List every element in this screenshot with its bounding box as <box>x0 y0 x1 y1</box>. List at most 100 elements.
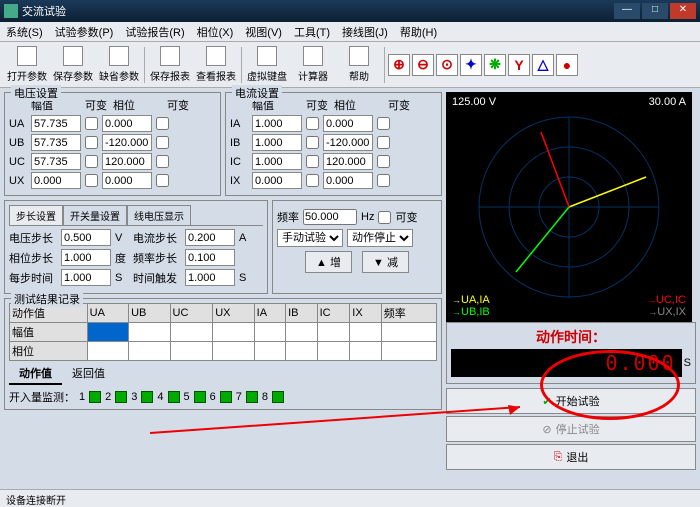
ic-amp-var[interactable] <box>306 155 319 168</box>
ub-phase-var[interactable] <box>156 136 169 149</box>
open-params-button[interactable]: 打开参数 <box>4 44 50 86</box>
increase-button[interactable]: ▲ 增 <box>305 251 352 273</box>
check-icon: ✔ <box>542 395 551 408</box>
ib-amp-var[interactable] <box>306 136 319 149</box>
ix-phase-input[interactable] <box>323 172 373 189</box>
ib-label: IB <box>230 137 248 149</box>
menu-phase[interactable]: 相位(X) <box>197 24 234 40</box>
toolbar: 打开参数 保存参数 缺省参数 保存报表 查看报表 虚拟键盘 计算器 帮助 ⊕ ⊖… <box>0 42 700 88</box>
tab-action-value[interactable]: 动作值 <box>9 363 62 385</box>
io-5 <box>194 391 206 403</box>
stop-test-button[interactable]: ⊘停止试验 <box>446 416 696 442</box>
folder-open-icon <box>17 46 37 66</box>
fstep-input[interactable] <box>185 249 235 266</box>
ub-phase-input[interactable] <box>102 134 152 151</box>
menu-system[interactable]: 系统(S) <box>6 24 43 40</box>
io-8 <box>272 391 284 403</box>
menu-help[interactable]: 帮助(H) <box>400 24 437 40</box>
io-3 <box>141 391 153 403</box>
istep-input[interactable] <box>185 229 235 246</box>
uc-amp-input[interactable] <box>31 153 81 170</box>
ix-label: IX <box>230 175 248 187</box>
ix-phase-var[interactable] <box>377 174 390 187</box>
ux-phase-var[interactable] <box>156 174 169 187</box>
menu-params[interactable]: 试验参数(P) <box>55 24 114 40</box>
close-button[interactable]: ✕ <box>670 3 696 19</box>
ic-amp-input[interactable] <box>252 153 302 170</box>
ib-amp-input[interactable] <box>252 134 302 151</box>
ua-phase-var[interactable] <box>156 117 169 130</box>
result-group: 测试结果记录 动作值UAUBUCUXIAIBICIX频率 幅值 相位 动作值 返… <box>4 298 442 410</box>
tab-step[interactable]: 步长设置 <box>9 205 63 225</box>
compass-icon[interactable]: ❋ <box>484 54 506 76</box>
calculator-icon <box>303 46 323 66</box>
mode-select[interactable]: 手动试验 <box>277 229 343 247</box>
record-icon[interactable]: ● <box>556 54 578 76</box>
ub-amp-input[interactable] <box>31 134 81 151</box>
step-group: 步长设置 开关量设置 线电压显示 电压步长V电流步长A 相位步长度频率步长 每步… <box>4 200 268 294</box>
pstep-input[interactable] <box>61 249 111 266</box>
zoom-fit-icon[interactable]: ⊙ <box>436 54 458 76</box>
result-table: 动作值UAUBUCUXIAIBICIX频率 幅值 相位 <box>9 303 437 361</box>
ua-label: UA <box>9 118 27 130</box>
table-row[interactable]: 相位 <box>10 342 437 361</box>
ux-amp-input[interactable] <box>31 172 81 189</box>
action-time-display: 0.000 <box>451 349 682 377</box>
start-test-button[interactable]: ✔开始试验 <box>446 388 696 414</box>
maximize-button[interactable]: □ <box>642 3 668 19</box>
zoom-out-icon[interactable]: ⊖ <box>412 54 434 76</box>
uc-amp-var[interactable] <box>85 155 98 168</box>
default-params-button[interactable]: 缺省参数 <box>96 44 142 86</box>
minimize-button[interactable]: — <box>614 3 640 19</box>
menu-view[interactable]: 视图(V) <box>245 24 282 40</box>
tab-switch[interactable]: 开关量设置 <box>63 205 127 225</box>
menu-tools[interactable]: 工具(T) <box>294 24 330 40</box>
calculator-button[interactable]: 计算器 <box>290 44 336 86</box>
tab-linevolt[interactable]: 线电压显示 <box>127 205 191 225</box>
ua-phase-input[interactable] <box>102 115 152 132</box>
tstep-input[interactable] <box>61 269 111 286</box>
save-report-button[interactable]: 保存报表 <box>147 44 193 86</box>
ib-phase-input[interactable] <box>323 134 373 151</box>
ux-amp-var[interactable] <box>85 174 98 187</box>
uc-phase-var[interactable] <box>156 155 169 168</box>
help-button[interactable]: 帮助 <box>336 44 382 86</box>
table-row[interactable]: 幅值 <box>10 323 437 342</box>
uc-phase-input[interactable] <box>102 153 152 170</box>
menu-report[interactable]: 试验报告(R) <box>125 24 184 40</box>
ux-phase-input[interactable] <box>102 172 152 189</box>
triangle-icon[interactable]: △ <box>532 54 554 76</box>
ic-phase-var[interactable] <box>377 155 390 168</box>
trig-input[interactable] <box>185 269 235 286</box>
vstep-input[interactable] <box>61 229 111 246</box>
ia-amp-var[interactable] <box>306 117 319 130</box>
app-icon <box>4 4 18 18</box>
ib-phase-var[interactable] <box>377 136 390 149</box>
save-params-button[interactable]: 保存参数 <box>50 44 96 86</box>
decrease-button[interactable]: ▼ 减 <box>362 251 409 273</box>
ix-amp-input[interactable] <box>252 172 302 189</box>
freq-input[interactable] <box>303 209 357 225</box>
ia-amp-input[interactable] <box>252 115 302 132</box>
ua-amp-input[interactable] <box>31 115 81 132</box>
ua-amp-var[interactable] <box>85 117 98 130</box>
action-select[interactable]: 动作停止 <box>347 229 413 247</box>
ia-phase-var[interactable] <box>377 117 390 130</box>
io-6 <box>220 391 232 403</box>
refresh-icon[interactable]: ✦ <box>460 54 482 76</box>
view-report-button[interactable]: 查看报表 <box>193 44 239 86</box>
freq-group: 频率Hz可变 手动试验动作停止 ▲ 增▼ 减 <box>272 200 442 294</box>
ic-phase-input[interactable] <box>323 153 373 170</box>
freq-var[interactable] <box>378 211 391 224</box>
tab-return-value[interactable]: 返回值 <box>62 363 115 385</box>
menu-wiring[interactable]: 接线图(J) <box>342 24 388 40</box>
ia-label: IA <box>230 118 248 130</box>
exit-button[interactable]: ⎘退出 <box>446 444 696 470</box>
y-axis-icon[interactable]: Y <box>508 54 530 76</box>
ix-amp-var[interactable] <box>306 174 319 187</box>
ub-amp-var[interactable] <box>85 136 98 149</box>
action-time-label: 动作时间： <box>451 327 691 347</box>
ia-phase-input[interactable] <box>323 115 373 132</box>
zoom-in-icon[interactable]: ⊕ <box>388 54 410 76</box>
keyboard-button[interactable]: 虚拟键盘 <box>244 44 290 86</box>
